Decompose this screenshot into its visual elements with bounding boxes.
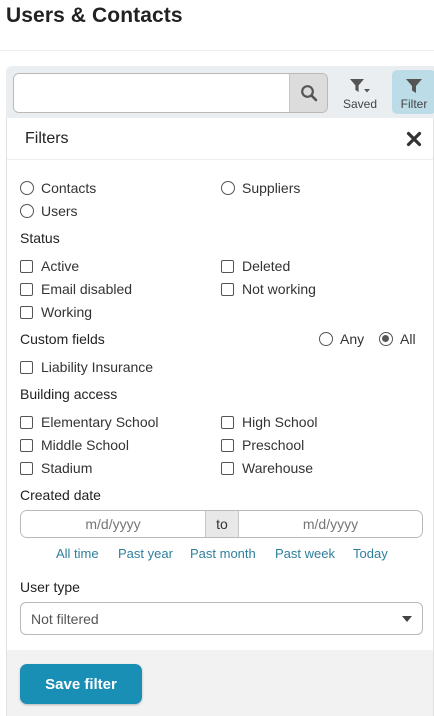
filter-dropdown-icon — [350, 79, 370, 93]
checkbox-label: Warehouse — [242, 460, 314, 476]
filters-footer: Save filter — [7, 650, 433, 716]
radio-label: Users — [41, 203, 78, 219]
checkbox[interactable] — [20, 461, 33, 475]
saved-label: Saved — [342, 97, 378, 111]
building-access-heading: Building access — [20, 386, 118, 402]
checkbox[interactable] — [221, 438, 234, 452]
filters-title: Filters — [25, 130, 69, 147]
checkbox[interactable] — [20, 415, 33, 429]
chevron-down-icon — [402, 616, 412, 622]
date-range-separator: to — [205, 511, 239, 537]
close-icon — [406, 131, 422, 147]
close-button[interactable] — [405, 130, 423, 148]
building-high-school[interactable]: High School — [221, 414, 318, 430]
checkbox-label: High School — [242, 414, 318, 430]
checkbox[interactable] — [221, 415, 234, 429]
status-email-disabled[interactable]: Email disabled — [20, 281, 132, 297]
checkbox-label: Working — [41, 304, 93, 320]
checkbox-label: Elementary School — [41, 414, 159, 430]
checkbox-label: Deleted — [242, 258, 291, 274]
radio-all[interactable]: All — [379, 331, 416, 347]
filter-button[interactable]: Filter — [392, 70, 434, 114]
radio-suppliers[interactable]: Suppliers — [221, 180, 300, 196]
checkbox-label: Not working — [242, 281, 316, 297]
checkbox[interactable] — [221, 282, 234, 296]
radio-label: Any — [340, 331, 365, 347]
building-stadium[interactable]: Stadium — [20, 460, 92, 476]
user-type-select[interactable]: Not filtered — [20, 602, 423, 635]
status-deleted[interactable]: Deleted — [221, 258, 290, 274]
filter-icon — [406, 79, 422, 93]
filters-header: Filters — [7, 118, 433, 160]
status-heading: Status — [20, 230, 60, 246]
status-active[interactable]: Active — [20, 258, 79, 274]
status-not-working[interactable]: Not working — [221, 281, 316, 297]
quick-range-today[interactable]: Today — [353, 546, 388, 561]
status-working[interactable]: Working — [20, 304, 92, 320]
quick-range-past-month[interactable]: Past month — [190, 546, 256, 561]
checkbox-label: Active — [41, 258, 80, 274]
search-input[interactable] — [14, 74, 290, 112]
search-toolbar: Saved Filter — [6, 66, 434, 118]
building-warehouse[interactable]: Warehouse — [221, 460, 313, 476]
building-middle-school[interactable]: Middle School — [20, 437, 129, 453]
date-range: to — [20, 510, 423, 538]
building-elementary-school[interactable]: Elementary School — [20, 414, 159, 430]
page-title: Users & Contacts — [6, 4, 183, 27]
building-preschool[interactable]: Preschool — [221, 437, 304, 453]
radio-users[interactable]: Users — [20, 203, 78, 219]
checkbox[interactable] — [20, 282, 33, 296]
quick-range-past-year[interactable]: Past year — [118, 546, 173, 561]
filter-label: Filter — [400, 97, 428, 111]
radio-circle[interactable] — [379, 332, 393, 346]
checkbox-label: Liability Insurance — [41, 359, 154, 375]
checkbox[interactable] — [20, 438, 33, 452]
checkbox[interactable] — [20, 305, 33, 319]
user-type-value: Not filtered — [31, 611, 99, 627]
radio-any[interactable]: Any — [319, 331, 364, 347]
filters-panel: Filters Contacts Suppliers Users Status … — [6, 118, 434, 716]
checkbox-label: Preschool — [242, 437, 305, 453]
radio-label: Suppliers — [242, 180, 301, 196]
search-box — [13, 73, 328, 113]
custom-liability-insurance[interactable]: Liability Insurance — [20, 359, 153, 375]
radio-label: Contacts — [41, 180, 97, 196]
radio-contacts[interactable]: Contacts — [20, 180, 96, 196]
user-type-heading: User type — [20, 579, 80, 595]
checkbox-label: Email disabled — [41, 281, 133, 297]
title-divider — [0, 50, 434, 51]
radio-circle[interactable] — [319, 332, 333, 346]
quick-range-all-time[interactable]: All time — [56, 546, 99, 561]
date-to-input[interactable] — [239, 511, 422, 537]
checkbox[interactable] — [221, 259, 234, 273]
search-icon — [300, 85, 317, 102]
radio-circle[interactable] — [20, 181, 34, 195]
date-from-input[interactable] — [21, 511, 205, 537]
created-date-heading: Created date — [20, 487, 101, 503]
checkbox[interactable] — [20, 259, 33, 273]
search-button[interactable] — [289, 74, 327, 112]
saved-filters-button[interactable]: Saved — [338, 70, 382, 114]
custom-fields-heading: Custom fields — [20, 331, 105, 347]
radio-circle[interactable] — [20, 204, 34, 218]
radio-label: All — [400, 331, 416, 347]
save-filter-button[interactable]: Save filter — [20, 664, 142, 704]
radio-circle[interactable] — [221, 181, 235, 195]
checkbox-label: Stadium — [41, 460, 93, 476]
checkbox-label: Middle School — [41, 437, 129, 453]
checkbox[interactable] — [221, 461, 234, 475]
quick-range-past-week[interactable]: Past week — [275, 546, 335, 561]
checkbox[interactable] — [20, 360, 33, 374]
